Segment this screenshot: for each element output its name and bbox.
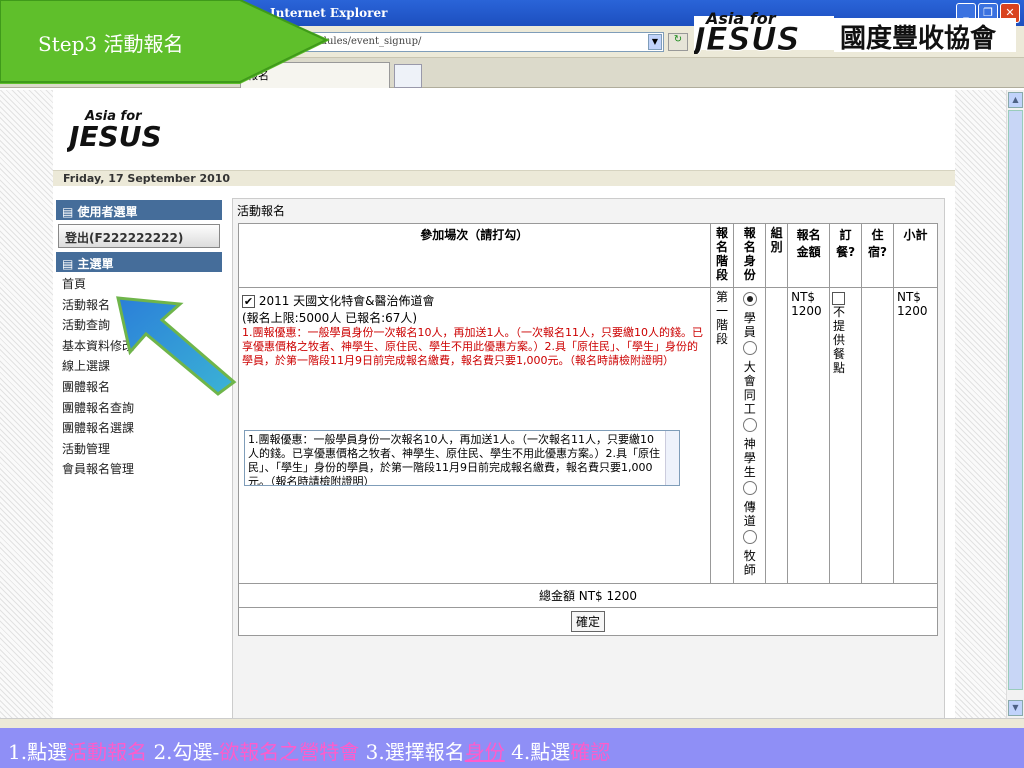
- col-stage-label: 報名階段: [715, 226, 728, 282]
- main-menu-header: ▤ 主選單: [56, 252, 222, 272]
- event-limit: (報名上限:5000人 已報名:67人): [242, 311, 418, 325]
- signup-table: 參加場次（請打勾） 報名階段 報名身份 組別 報名金額 訂餐? 住宿? 小計 ✔…: [238, 223, 938, 636]
- subtotal-cell: NT$ 1200: [893, 287, 938, 584]
- instr-2: 2.勾選-: [147, 740, 220, 764]
- scroll-up-icon[interactable]: ▲: [1008, 92, 1023, 108]
- col-lodging-label: 住宿?: [868, 228, 887, 259]
- col-identity: 報名身份: [733, 223, 767, 288]
- identity-label-pastor: 牧師: [743, 549, 756, 577]
- event-name: 2011 天國文化特會&醫治佈道會: [258, 294, 435, 308]
- identity-label-seminarian: 神學生: [743, 437, 756, 479]
- address-input[interactable]: ...odules/event_signup/: [300, 32, 664, 52]
- identity-radio-pastor[interactable]: [742, 530, 757, 544]
- logout-button[interactable]: 登出(F222222222): [58, 224, 220, 248]
- nav-group-course[interactable]: 團體報名選課: [56, 416, 222, 437]
- main-panel: 活動報名 參加場次（請打勾） 報名階段 報名身份 組別 報名金額 訂餐? 住宿?…: [232, 198, 945, 747]
- instr-1: 1.點選: [8, 740, 68, 764]
- logo-jesus-text: JESUS: [694, 20, 800, 54]
- col-subtotal: 小計: [893, 223, 938, 288]
- group-cell: [765, 287, 789, 584]
- meal-label: 不提供餐點: [833, 305, 846, 375]
- logo-org-text: 國度豐收協會: [840, 23, 997, 54]
- col-meal: 訂餐?: [829, 223, 863, 288]
- scroll-down-icon[interactable]: ▼: [1008, 700, 1023, 716]
- site-logo-bottom: JESUS: [67, 120, 162, 152]
- identity-label-preacher: 傳道: [743, 500, 756, 528]
- instr-4-highlight: 確認: [570, 740, 611, 764]
- confirm-cell: 確定: [238, 607, 938, 636]
- col-subtotal-label: 小計: [903, 228, 928, 242]
- stage-cell: 第一階段: [709, 287, 735, 584]
- col-group: 組別: [765, 223, 789, 288]
- col-identity-label: 報名身份: [743, 226, 756, 282]
- step-label: Step3 活動報名: [38, 32, 184, 56]
- fee-value: NT$ 1200: [791, 290, 822, 318]
- main-menu-label: 主選單: [77, 257, 114, 271]
- instruction-text: 1.點選活動報名 2.勾選-欲報名之營特會 3.選擇報名身份 4.點選確認: [8, 736, 610, 765]
- col-fee: 報名金額: [787, 223, 831, 288]
- col-event-label: 參加場次（請打勾）: [420, 228, 529, 242]
- stage-value: 第一階段: [715, 290, 728, 346]
- identity-label-staff: 大會同工: [743, 360, 756, 416]
- instruction-bar: 1.點選活動報名 2.勾選-欲報名之營特會 3.選擇報名身份 4.點選確認: [0, 728, 1024, 768]
- textarea-scrollbar[interactable]: [665, 431, 679, 485]
- new-tab-button[interactable]: [394, 64, 422, 88]
- event-row: ✔ 2011 天國文化特會&醫治佈道會 (報名上限:5000人 已報名:67人)…: [238, 287, 938, 584]
- event-checkbox[interactable]: ✔: [242, 295, 255, 308]
- identity-radio-staff[interactable]: [742, 341, 757, 355]
- col-group-label: 組別: [770, 226, 783, 254]
- meal-checkbox[interactable]: [832, 292, 846, 305]
- col-lodging: 住宿?: [861, 223, 894, 288]
- scroll-thumb[interactable]: [1008, 110, 1023, 690]
- address-dropdown-icon[interactable]: ▼: [648, 34, 662, 50]
- fee-cell: NT$ 1200: [787, 287, 831, 584]
- event-note: 1.團報優惠：一般學員身份一次報名10人，再加送1人。（一次報名11人，只要繳1…: [242, 326, 703, 367]
- col-fee-label: 報名金額: [796, 228, 821, 259]
- confirm-button[interactable]: 確定: [570, 611, 605, 632]
- lodging-cell: [861, 287, 894, 584]
- org-logo: Asia for JESUS 國度豐收協會: [694, 9, 1016, 54]
- refresh-icon[interactable]: ↻: [668, 33, 688, 51]
- col-meal-label: 訂餐?: [836, 228, 856, 259]
- total-amount: 總金額 NT$ 1200: [238, 583, 938, 608]
- nav-member-admin[interactable]: 會員報名管理: [56, 457, 222, 478]
- meal-cell: 不提供餐點: [829, 287, 863, 584]
- event-description-textarea[interactable]: 1.團報優惠：一般學員身份一次報名10人，再加送1人。（一次報名11人，只要繳1…: [244, 430, 680, 486]
- right-margin: [955, 90, 1006, 718]
- web-page: Asia for JESUS Friday, 17 September 2010…: [53, 90, 955, 747]
- user-menu-label: 使用者選單: [77, 205, 138, 219]
- panel-title: 活動報名: [233, 199, 944, 219]
- page-scrollbar[interactable]: ▲ ▼: [1006, 90, 1024, 718]
- identity-radio-student[interactable]: [742, 292, 757, 306]
- identity-label-student: 學員: [743, 311, 756, 339]
- instr-3-highlight: 身份: [464, 740, 505, 764]
- date-line: Friday, 17 September 2010: [53, 170, 955, 186]
- identity-cell: 學員 大會同工 神學生 傳道 牧師: [733, 287, 767, 584]
- pointer-arrow-icon: [116, 296, 237, 396]
- instr-4: 4.點選: [504, 740, 571, 764]
- instr-2-highlight: 欲報名之營特會: [219, 740, 360, 764]
- identity-radio-preacher[interactable]: [742, 481, 757, 495]
- nav-event-admin[interactable]: 活動管理: [56, 437, 222, 458]
- col-stage: 報名階段: [709, 223, 735, 288]
- site-logo[interactable]: Asia for JESUS: [67, 104, 187, 152]
- col-event: 參加場次（請打勾）: [238, 223, 711, 288]
- subtotal-value: NT$ 1200: [897, 290, 928, 318]
- user-menu-header: ▤ 使用者選單: [56, 200, 222, 220]
- event-cell: ✔ 2011 天國文化特會&醫治佈道會 (報名上限:5000人 已報名:67人)…: [238, 287, 711, 584]
- instr-1-highlight: 活動報名: [67, 740, 148, 764]
- instr-3: 3.選擇報名: [359, 740, 465, 764]
- left-margin: [0, 90, 53, 718]
- event-description-text: 1.團報優惠：一般學員身份一次報名10人，再加送1人。（一次報名11人，只要繳1…: [248, 433, 660, 486]
- identity-radio-seminarian[interactable]: [742, 418, 757, 432]
